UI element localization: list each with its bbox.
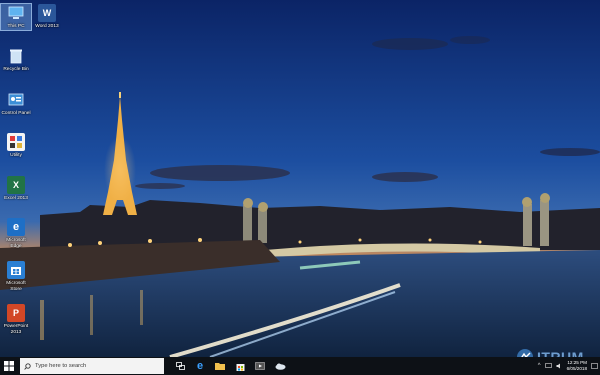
excel-icon: X <box>7 176 25 194</box>
desktop-icon-microsoft-store[interactable]: Microsoft Store <box>1 261 31 292</box>
task-view-icon <box>175 362 185 370</box>
taskbar-clock[interactable]: 12:25 PM 6/05/2018 <box>567 360 587 372</box>
utility-icon <box>7 133 25 151</box>
control-panel-icon <box>7 91 25 109</box>
desktop-icon-label: Word 2013 <box>35 24 59 29</box>
windows-logo-icon <box>4 361 14 371</box>
desktop-icon-label: Excel 2013 <box>4 196 28 201</box>
desktop-wallpaper <box>0 0 600 357</box>
store-icon <box>7 261 25 279</box>
desktop-icon-label: Control Panel <box>1 111 31 116</box>
edge-icon: e <box>196 360 204 372</box>
desktop-icon-label: Microsoft Edge <box>6 238 26 249</box>
desktop-icon-utility[interactable]: Utility <box>1 133 31 159</box>
computer-icon <box>7 4 25 22</box>
edge-icon: e <box>7 218 25 236</box>
network-icon[interactable] <box>544 363 552 369</box>
show-hidden-icons-icon[interactable]: ^ <box>538 363 541 369</box>
search-icon <box>24 362 31 370</box>
desktop-icon-powerpoint-2013[interactable]: P PowerPoint 2013 <box>1 304 31 335</box>
desktop-icon-label: Utility <box>10 153 22 158</box>
desktop-icon-label: PowerPoint 2013 <box>3 324 29 335</box>
notifications-icon[interactable] <box>591 362 598 370</box>
desktop-icon-control-panel[interactable]: Control Panel <box>1 91 31 117</box>
taskbar-cloud-app-button[interactable] <box>270 357 290 375</box>
clock-date: 6/05/2018 <box>566 366 587 371</box>
powerpoint-icon: P <box>7 304 25 322</box>
taskbar: Type here to search e ^ 12:25 PM 6/05/20… <box>0 357 600 375</box>
volume-icon[interactable] <box>556 363 563 369</box>
cloud-app-icon <box>275 363 285 370</box>
store-icon <box>236 363 244 371</box>
search-placeholder: Type here to search <box>35 363 87 369</box>
recycle-bin-icon <box>7 47 25 65</box>
media-icon <box>255 362 265 370</box>
start-button[interactable] <box>0 357 18 375</box>
desktop-icon-label: Recycle Bin <box>3 67 29 72</box>
taskbar-edge-button[interactable]: e <box>190 357 210 375</box>
system-tray: ^ 12:25 PM 6/05/2018 <box>538 357 598 375</box>
task-view-button[interactable] <box>170 357 190 375</box>
taskbar-search-box[interactable]: Type here to search <box>20 358 164 374</box>
desktop-icon-label: Microsoft Store <box>6 281 26 292</box>
file-explorer-icon <box>215 363 225 370</box>
desktop-icon-recycle-bin[interactable]: Recycle Bin <box>1 47 31 73</box>
desktop-icon-label: This PC <box>7 24 25 29</box>
desktop-icon-microsoft-edge[interactable]: e Microsoft Edge <box>1 218 31 249</box>
desktop-icon-excel-2013[interactable]: X Excel 2013 <box>1 176 31 202</box>
taskbar-file-explorer-button[interactable] <box>210 357 230 375</box>
word-icon: W <box>38 4 56 22</box>
desktop-icon-this-pc[interactable]: This PC <box>0 3 32 31</box>
taskbar-store-button[interactable] <box>230 357 250 375</box>
taskbar-media-button[interactable] <box>250 357 270 375</box>
desktop-icon-word-2013[interactable]: W Word 2013 <box>32 4 62 30</box>
